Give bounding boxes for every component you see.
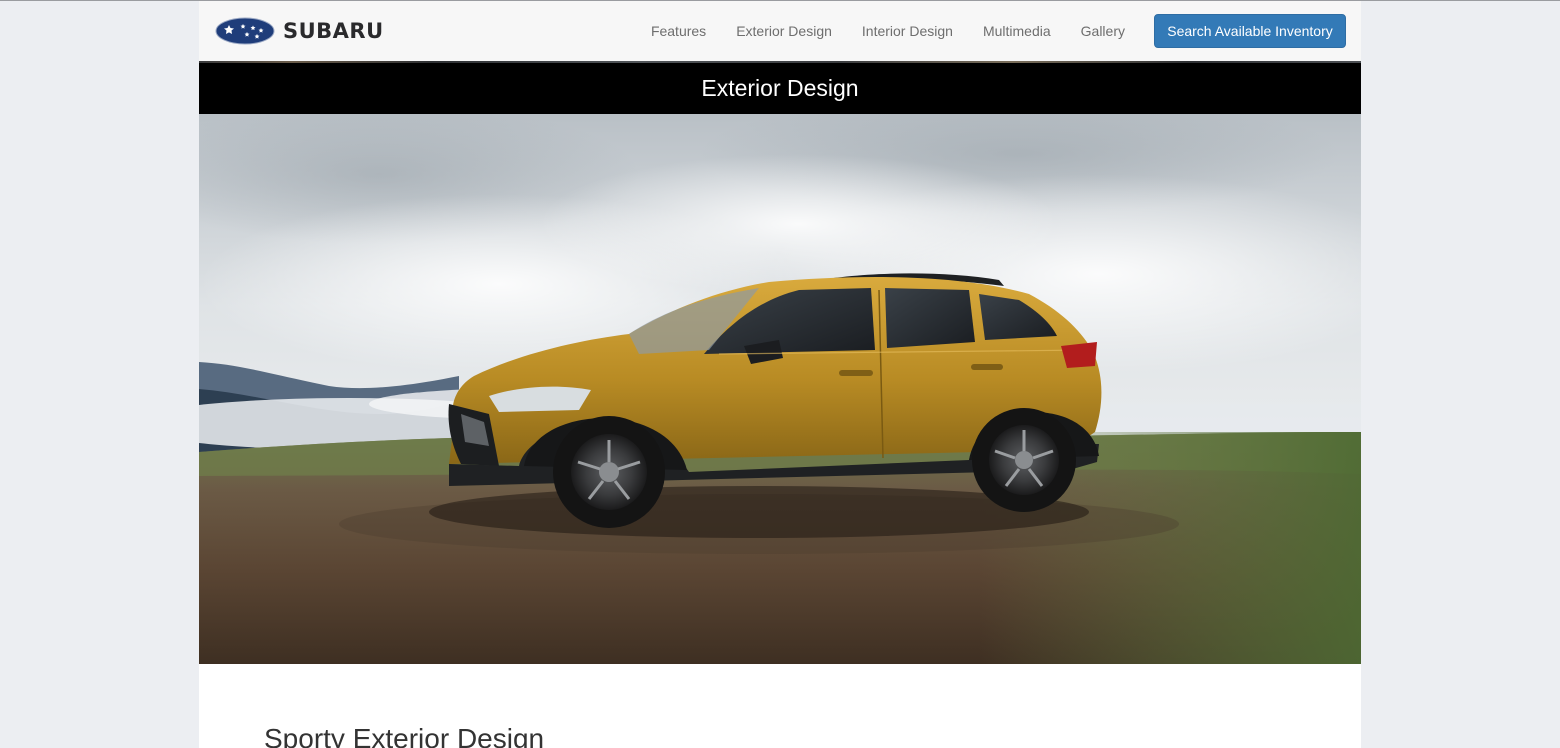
main-nav: Features Exterior Design Interior Design… [651,1,1125,61]
nav-link-gallery[interactable]: Gallery [1081,23,1125,39]
section-title: Exterior Design [701,75,859,101]
nav-link-interior-design[interactable]: Interior Design [862,23,953,39]
subaru-emblem-icon [215,17,275,45]
content-heading: Sporty Exterior Design [264,723,545,748]
section-title-bar: Exterior Design [199,63,1361,114]
hero-image [199,114,1361,664]
nav-link-exterior-design[interactable]: Exterior Design [736,23,832,39]
nav-link-multimedia[interactable]: Multimedia [983,23,1051,39]
brand-logo[interactable]: SUBARU [215,17,384,45]
navbar: SUBARU Features Exterior Design Interior… [199,1,1361,61]
nav-link-features[interactable]: Features [651,23,706,39]
search-inventory-button[interactable]: Search Available Inventory [1154,14,1346,48]
brand-wordmark: SUBARU [283,19,384,43]
page-container: SUBARU Features Exterior Design Interior… [199,1,1361,748]
